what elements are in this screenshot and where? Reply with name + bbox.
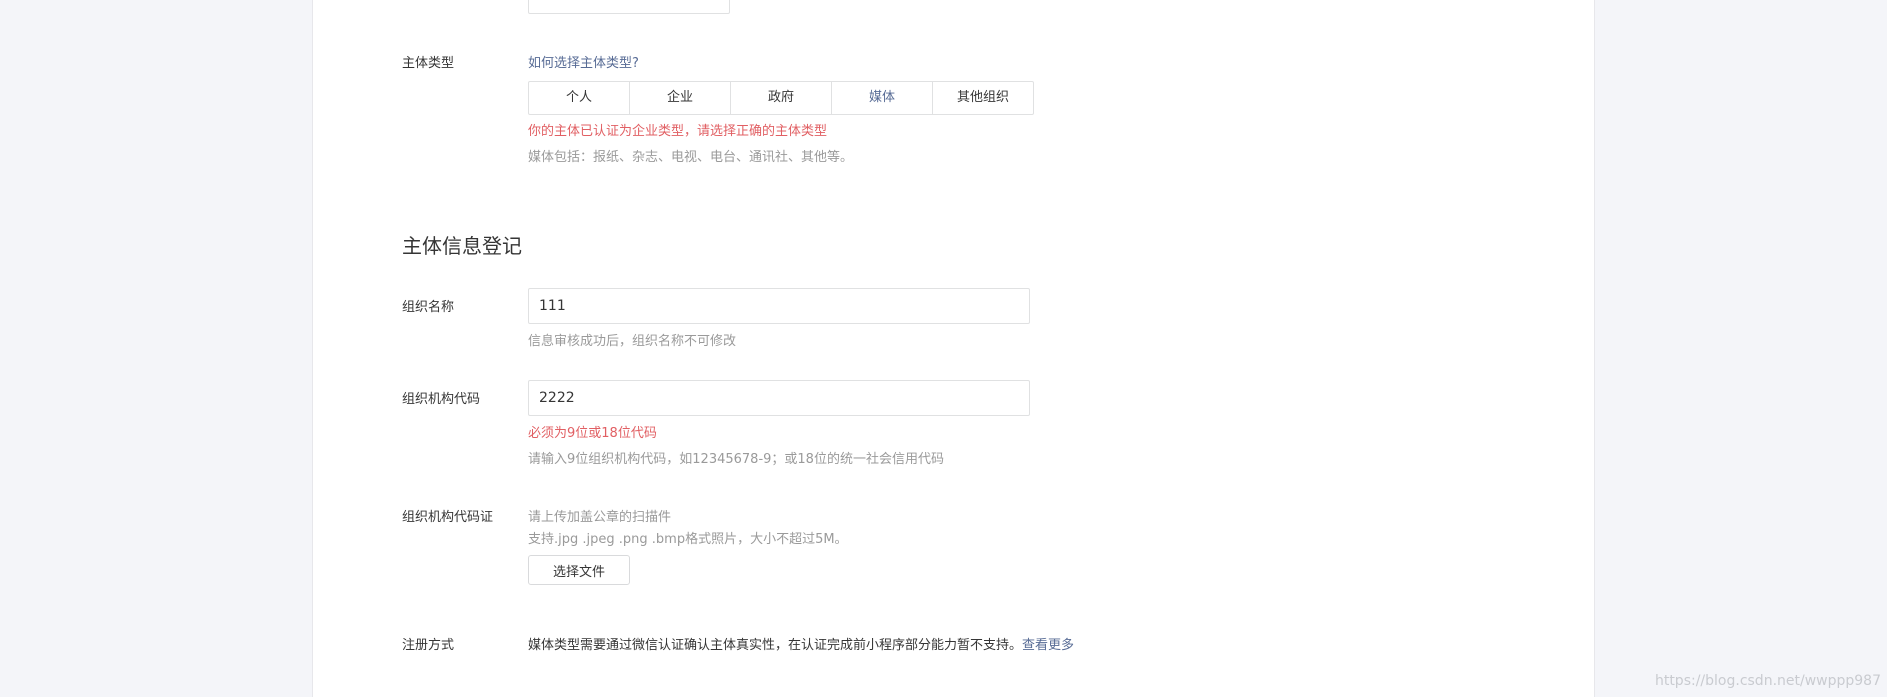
previous-field-input[interactable] bbox=[528, 0, 730, 14]
org-code-error: 必须为9位或18位代码 bbox=[528, 426, 657, 441]
org-code-input[interactable] bbox=[528, 380, 1030, 416]
register-method-text: 媒体类型需要通过微信认证确认主体真实性，在认证完成前小程序部分能力暂不支持。 bbox=[528, 638, 1023, 653]
org-cert-hint-format: 支持.jpg .jpeg .png .bmp格式照片，大小不超过5M。 bbox=[528, 532, 848, 547]
org-name-hint: 信息审核成功后，组织名称不可修改 bbox=[528, 334, 737, 349]
org-code-hint: 请输入9位组织机构代码，如12345678-9；或18位的统一社会信用代码 bbox=[528, 452, 944, 467]
subject-type-error: 你的主体已认证为企业类型，请选择正确的主体类型 bbox=[528, 124, 828, 139]
register-method-content: 媒体类型需要通过微信认证确认主体真实性，在认证完成前小程序部分能力暂不支持。查看… bbox=[528, 634, 1074, 653]
subject-type-option-government[interactable]: 政府 bbox=[731, 82, 832, 114]
subject-type-option-media[interactable]: 媒体 bbox=[832, 82, 933, 114]
choose-file-button[interactable]: 选择文件 bbox=[528, 555, 630, 585]
subject-type-label: 主体类型 bbox=[402, 56, 455, 71]
org-code-label: 组织机构代码 bbox=[402, 392, 481, 407]
org-cert-hint-upload: 请上传加盖公章的扫描件 bbox=[528, 510, 672, 525]
org-name-label: 组织名称 bbox=[402, 300, 455, 315]
section-title: 主体信息登记 bbox=[402, 234, 522, 258]
subject-type-option-other[interactable]: 其他组织 bbox=[933, 82, 1033, 114]
view-more-link[interactable]: 查看更多 bbox=[1022, 638, 1074, 653]
subject-type-help-link[interactable]: 如何选择主体类型? bbox=[528, 52, 639, 71]
subject-type-option-individual[interactable]: 个人 bbox=[529, 82, 630, 114]
register-method-label: 注册方式 bbox=[402, 638, 455, 653]
subject-type-option-enterprise[interactable]: 企业 bbox=[630, 82, 731, 114]
org-cert-label: 组织机构代码证 bbox=[402, 510, 494, 525]
subject-type-selector: 个人 企业 政府 媒体 其他组织 bbox=[528, 81, 1034, 115]
subject-type-hint: 媒体包括：报纸、杂志、电视、电台、通讯社、其他等。 bbox=[528, 150, 854, 165]
org-name-input[interactable] bbox=[528, 288, 1030, 324]
watermark: https://blog.csdn.net/wwppp987 bbox=[1654, 673, 1881, 689]
